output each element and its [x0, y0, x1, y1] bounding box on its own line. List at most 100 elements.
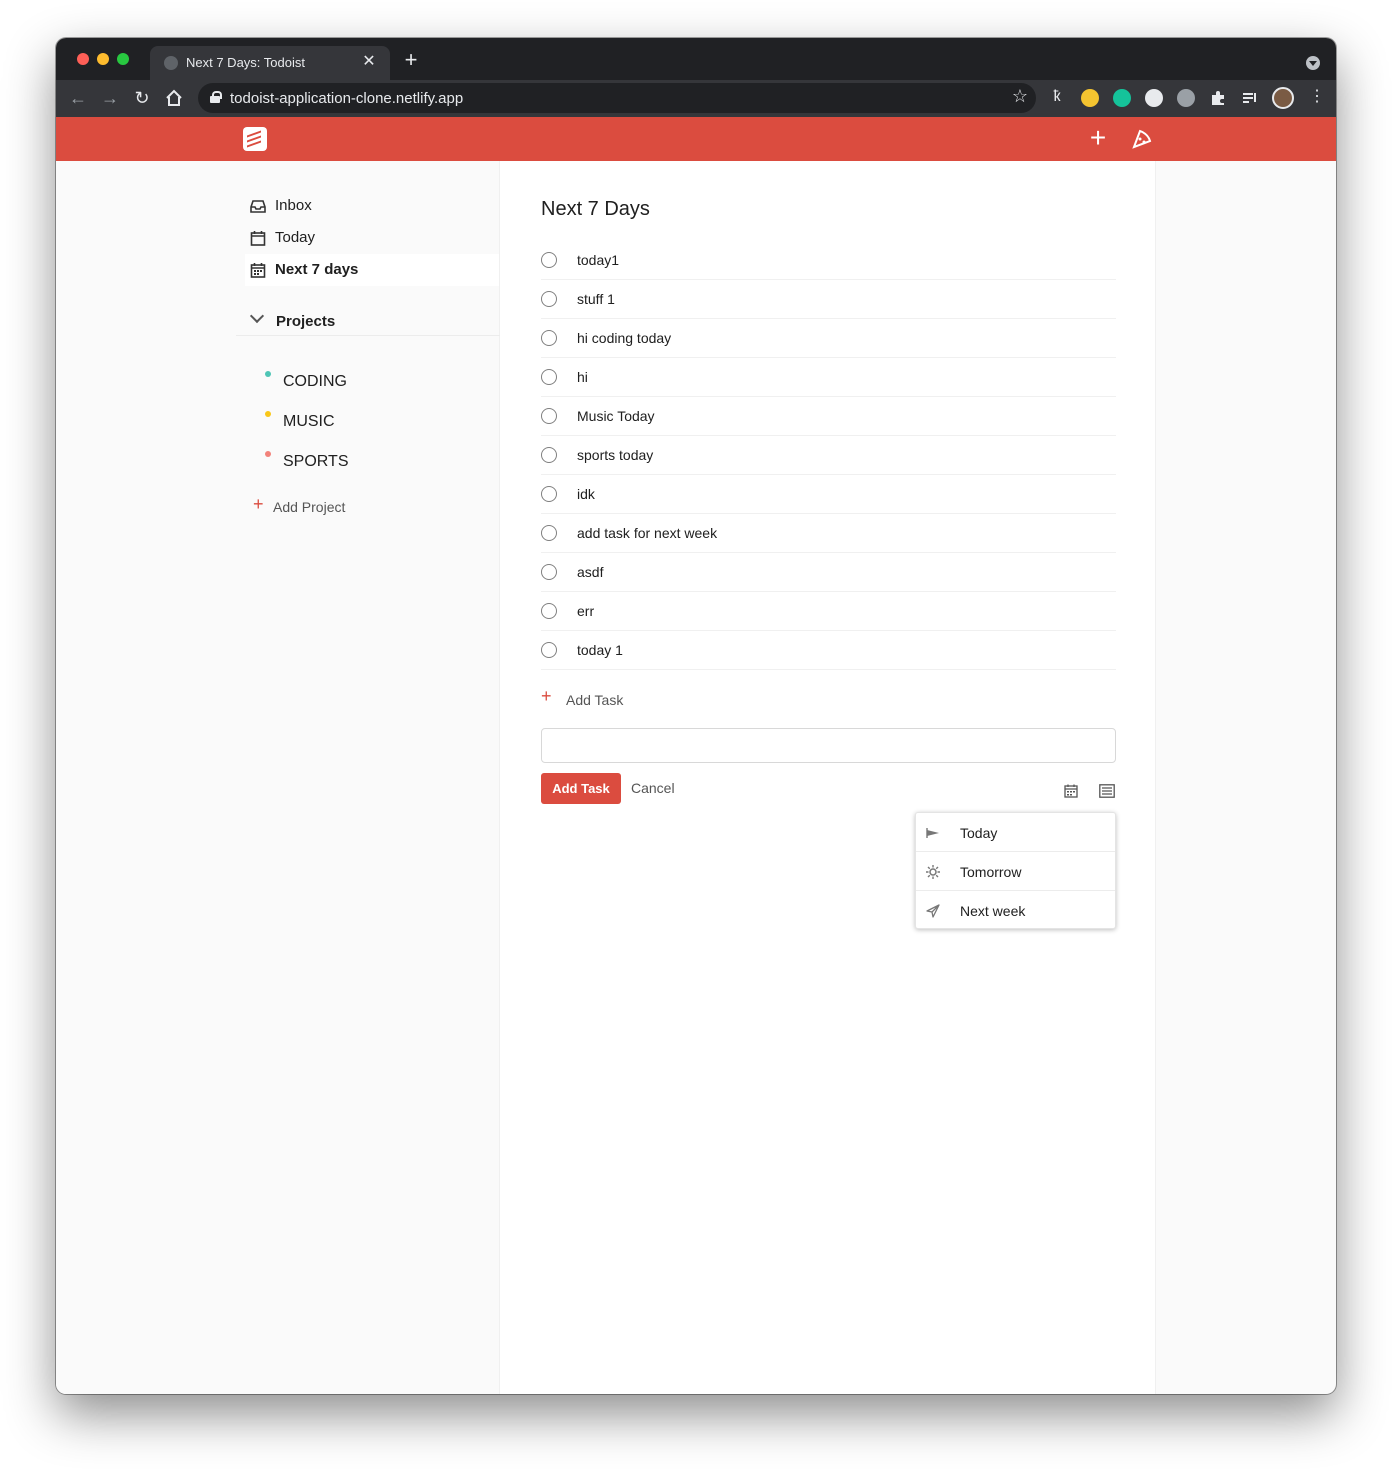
- calendar-icon: [250, 230, 266, 246]
- puzzle-icon[interactable]: [1209, 89, 1227, 107]
- globe-icon: [164, 56, 178, 70]
- home-icon[interactable]: [162, 86, 186, 110]
- calendar-icon[interactable]: [1064, 784, 1078, 798]
- calendar-grid-icon: [250, 262, 266, 278]
- plus-icon: +: [541, 686, 552, 706]
- sidebar-item-next-7-days[interactable]: Next 7 days: [245, 254, 499, 286]
- task-item: today1: [541, 241, 1116, 280]
- quick-add-button[interactable]: +: [1086, 124, 1110, 153]
- sidebar-item-label: Next 7 days: [275, 261, 359, 278]
- task-item: hi coding today: [541, 319, 1116, 358]
- add-project-label: Add Project: [273, 499, 346, 515]
- task-checkbox[interactable]: [541, 369, 557, 385]
- date-option-today[interactable]: Today: [916, 813, 1115, 852]
- bookmark-star-icon[interactable]: ☆: [1012, 86, 1028, 107]
- today-flag-icon: [926, 826, 940, 840]
- tab-close-button[interactable]: ✕: [358, 51, 380, 73]
- reload-icon[interactable]: ↻: [130, 86, 154, 110]
- task-label: Music Today: [577, 408, 655, 424]
- task-label: add task for next week: [577, 525, 718, 541]
- task-label: idk: [577, 486, 595, 502]
- todoist-logo-icon[interactable]: [243, 127, 267, 151]
- project-list-icon[interactable]: [1099, 784, 1115, 798]
- minimize-window-button[interactable]: [97, 53, 109, 65]
- media-control-icon[interactable]: [1241, 89, 1259, 107]
- pizza-icon[interactable]: [1132, 129, 1152, 149]
- sidebar: Inbox Today Next 7 days Projects CODING …: [56, 161, 500, 1394]
- sidebar-item-label: Today: [275, 229, 316, 246]
- task-checkbox[interactable]: [541, 447, 557, 463]
- task-item: hi: [541, 358, 1116, 397]
- task-item: Music Today: [541, 397, 1116, 436]
- maximize-window-button[interactable]: [117, 53, 129, 65]
- task-item: sports today: [541, 436, 1116, 475]
- task-item: asdf: [541, 553, 1116, 592]
- project-color-dot: [265, 371, 271, 377]
- task-content-input[interactable]: [541, 728, 1116, 763]
- tab-title: Next 7 Days: Todoist: [186, 55, 305, 70]
- add-task-label: Add Task: [566, 692, 624, 708]
- back-icon[interactable]: ←: [66, 86, 90, 110]
- add-task-toggle[interactable]: + Add Task: [541, 686, 741, 713]
- task-checkbox[interactable]: [541, 291, 557, 307]
- task-checkbox[interactable]: [541, 408, 557, 424]
- page-title: Next 7 Days: [541, 198, 650, 220]
- date-option-tomorrow[interactable]: Tomorrow: [916, 852, 1115, 891]
- date-option-next-week[interactable]: Next week: [916, 891, 1115, 930]
- date-option-label: Next week: [960, 903, 1026, 919]
- date-option-label: Tomorrow: [960, 864, 1022, 880]
- profile-avatar[interactable]: [1272, 87, 1294, 109]
- extension-n-icon[interactable]: ҟ: [1048, 89, 1066, 107]
- cancel-button[interactable]: Cancel: [631, 780, 675, 796]
- task-checkbox[interactable]: [541, 486, 557, 502]
- sidebar-item-today[interactable]: Today: [245, 222, 499, 254]
- task-checkbox[interactable]: [541, 252, 557, 268]
- task-item: stuff 1: [541, 280, 1116, 319]
- tab-strip: Next 7 Days: Todoist ✕ +: [56, 38, 1336, 80]
- sun-icon: [926, 865, 940, 879]
- app-header: +: [56, 117, 1336, 161]
- extension-slash-icon[interactable]: [1145, 89, 1163, 107]
- browser-tab[interactable]: Next 7 Days: Todoist ✕: [150, 46, 390, 80]
- sidebar-item-inbox[interactable]: Inbox: [245, 190, 499, 222]
- task-label: hi: [577, 369, 588, 385]
- task-checkbox[interactable]: [541, 642, 557, 658]
- project-color-dot: [265, 411, 271, 417]
- main-content: Next 7 Days today1 stuff 1 hi coding tod…: [500, 161, 1156, 1394]
- url-text: todoist-application-clone.netlify.app: [230, 90, 464, 107]
- task-item: idk: [541, 475, 1116, 514]
- task-label: today 1: [577, 642, 623, 658]
- task-item: err: [541, 592, 1116, 631]
- task-item: add task for next week: [541, 514, 1116, 553]
- browser-toolbar: ← → ↻ todoist-application-clone.netlify.…: [56, 80, 1336, 117]
- project-name: CODING: [283, 373, 347, 390]
- project-name: SPORTS: [283, 453, 349, 470]
- task-checkbox[interactable]: [541, 330, 557, 346]
- paper-plane-icon: [926, 904, 940, 918]
- extension-circle-icon[interactable]: [1177, 89, 1195, 107]
- date-option-label: Today: [960, 825, 998, 841]
- task-checkbox[interactable]: [541, 564, 557, 580]
- inbox-icon: [250, 198, 266, 214]
- projects-toggle[interactable]: Projects: [236, 306, 500, 336]
- projects-heading: Projects: [276, 313, 336, 330]
- task-list: today1 stuff 1 hi coding today hi Music …: [541, 241, 1116, 670]
- task-label: hi coding today: [577, 330, 672, 346]
- new-tab-button[interactable]: +: [400, 49, 422, 71]
- task-checkbox[interactable]: [541, 603, 557, 619]
- project-color-dot: [265, 451, 271, 457]
- task-label: asdf: [577, 564, 604, 580]
- grammarly-icon[interactable]: [1113, 89, 1131, 107]
- forward-icon[interactable]: →: [98, 86, 122, 110]
- add-task-button[interactable]: Add Task: [541, 773, 621, 804]
- task-item: today 1: [541, 631, 1116, 670]
- extension-pen-icon[interactable]: [1081, 89, 1099, 107]
- menu-dots-icon[interactable]: ⋮: [1308, 89, 1326, 107]
- lock-icon: [210, 91, 222, 103]
- address-bar[interactable]: todoist-application-clone.netlify.app ☆: [198, 83, 1036, 113]
- close-window-button[interactable]: [77, 53, 89, 65]
- task-label: err: [577, 603, 595, 619]
- task-checkbox[interactable]: [541, 525, 557, 541]
- project-name: MUSIC: [283, 413, 335, 430]
- tab-search-icon[interactable]: [1306, 56, 1320, 70]
